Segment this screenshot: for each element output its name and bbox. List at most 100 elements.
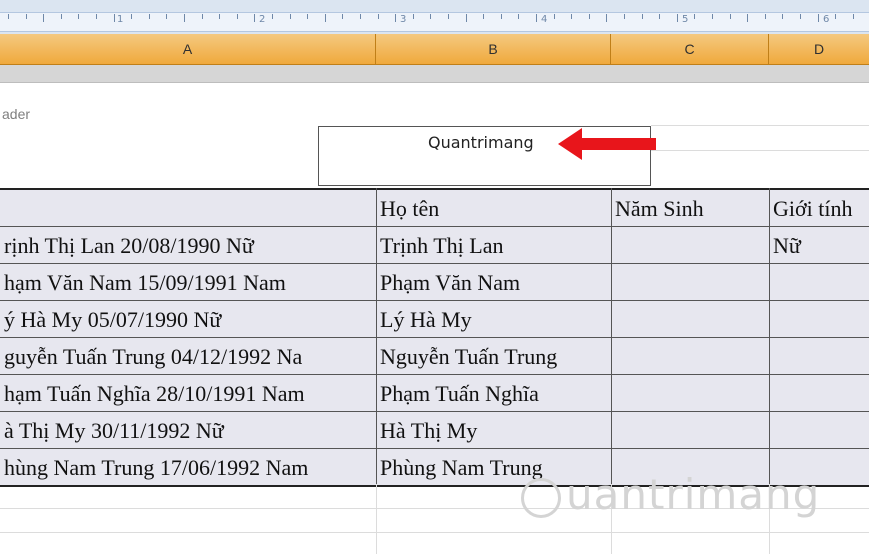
table-cell[interactable] [615,264,767,301]
table-cell[interactable]: Lý Hà My [380,301,609,338]
ruler-number: 4 [541,14,548,25]
table-cell[interactable]: Trịnh Thị Lan [380,227,609,264]
table-cell[interactable]: Nguyễn Tuấn Trung [380,338,609,375]
table-cell[interactable] [773,338,867,375]
ruler-number: 6 [823,14,830,25]
ruler-tick [325,14,326,22]
ruler-tick [395,14,396,22]
column-header-b[interactable]: B [376,34,611,64]
table-cell[interactable] [773,301,867,338]
ruler-tick [642,14,643,19]
header-label: ader [2,106,31,122]
ruler[interactable]: 1 2 3 4 5 6 [0,0,869,35]
table-header-cell[interactable] [4,190,374,227]
table-header-cell[interactable]: Năm Sinh [615,190,767,227]
ruler-tick [782,14,783,19]
ruler-tick [448,14,449,19]
column-header-d[interactable]: D [769,34,869,64]
table-cell[interactable]: ý Hà My 05/07/1990 Nữ [4,301,374,338]
table-cell[interactable]: hùng Nam Trung 17/06/1992 Nam [4,449,374,486]
ruler-tick [554,14,555,19]
ruler-number: 5 [682,14,689,25]
ruler-tick [307,14,308,19]
ruler-tick [694,14,695,19]
ruler-tick [8,14,9,19]
ruler-tick [219,14,220,19]
table-cell[interactable]: Phạm Văn Nam [380,264,609,301]
gridline [376,484,377,554]
ruler-tick [835,14,836,19]
page-separator [0,65,869,83]
ruler-tick [589,14,590,19]
ruler-tick [202,14,203,19]
ruler-tick [818,14,819,22]
table-cell[interactable]: guyễn Tuấn Trung 04/12/1992 Na [4,338,374,375]
ruler-tick [501,14,502,19]
table-cell[interactable] [773,264,867,301]
table-cell[interactable]: hạm Tuấn Nghĩa 28/10/1991 Nam [4,375,374,412]
ruler-tick [237,14,238,19]
table-cell[interactable]: à Thị My 30/11/1992 Nữ [4,412,374,449]
table-cell[interactable] [615,338,767,375]
ruler-tick [272,14,273,19]
ruler-tick [166,14,167,19]
column-header-c[interactable]: C [611,34,769,64]
table-cell[interactable] [615,227,767,264]
table-column-border [611,188,612,486]
table-cell[interactable] [773,412,867,449]
ruler-tick [765,14,766,19]
table-cell[interactable]: rịnh Thị Lan 20/08/1990 Nữ [4,227,374,264]
table-cell[interactable]: Phạm Tuấn Nghĩa [380,375,609,412]
ruler-tick [747,14,748,22]
ruler-tick [378,14,379,19]
table-column-border [376,188,377,486]
table-cell[interactable] [615,412,767,449]
gridline [651,125,869,126]
ruler-tick [413,14,414,19]
ruler-tick [78,14,79,19]
arrow-left-icon [558,128,656,160]
ruler-number: 1 [117,14,124,25]
header-box-text[interactable]: Quantrimang [428,133,534,152]
ruler-tick [571,14,572,19]
table-cell[interactable] [773,375,867,412]
ruler-number: 2 [259,14,266,25]
table-header-cell[interactable]: Giới tính [773,190,867,227]
ruler-tick [853,14,854,19]
ruler-tick [483,14,484,19]
table-cell[interactable]: hạm Văn Nam 15/09/1991 Nam [4,264,374,301]
ruler-tick [518,14,519,19]
watermark-text: uantrimang [566,470,821,519]
column-header-bar: A B C D [0,34,869,65]
ruler-tick [254,14,255,22]
table-cell[interactable]: Nữ [773,227,867,264]
ruler-tick [659,14,660,19]
ruler-tick [712,14,713,19]
table-cell[interactable] [615,301,767,338]
ruler-tick [149,14,150,19]
ruler-tick [43,14,44,22]
table-header-cell[interactable]: Họ tên [380,190,609,227]
ruler-tick [26,14,27,19]
table-cell[interactable]: Hà Thị My [380,412,609,449]
ruler-tick [114,14,115,22]
watermark-logo-icon [521,478,561,518]
ruler-tick [677,14,678,22]
ruler-tick [800,14,801,19]
ruler-tick [466,14,467,22]
ruler-tick [342,14,343,19]
ruler-tick [96,14,97,19]
column-header-a[interactable]: A [0,34,376,64]
ruler-tick [61,14,62,19]
ruler-tick [184,14,185,22]
ruler-tick [730,14,731,19]
ruler-tick [606,14,607,22]
table-column-border [769,188,770,486]
gridline [0,532,869,533]
table-cell[interactable] [615,375,767,412]
ruler-number: 3 [400,14,407,25]
gridline [651,150,869,151]
ruler-tick [290,14,291,19]
ruler-tick [430,14,431,19]
ruler-tick [536,14,537,22]
